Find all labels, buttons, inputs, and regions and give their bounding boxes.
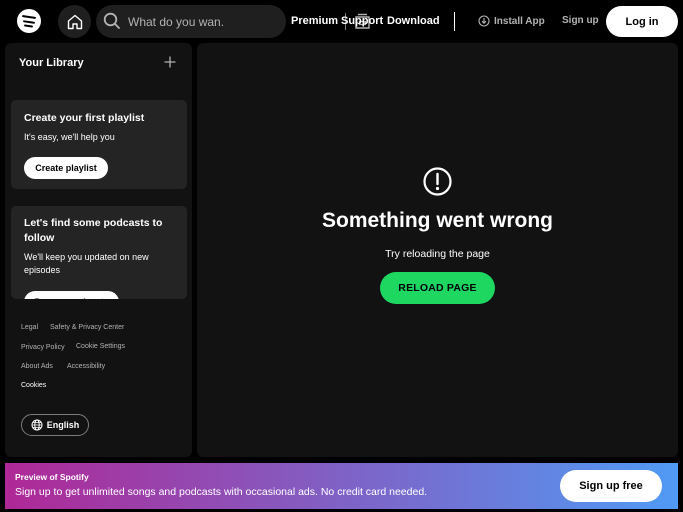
nav-support-link[interactable]: Support [341,15,383,27]
create-playlist-button[interactable]: Create playlist [24,157,108,179]
preview-signup-banner[interactable]: Preview of Spotify Sign up to get unlimi… [5,463,678,509]
nav-premium-link[interactable]: Premium [291,15,338,27]
library-title[interactable]: Your Library [19,57,84,69]
search-bar [96,5,370,38]
footer-link-safety[interactable]: Safety & Privacy Center [50,324,124,331]
reload-page-button[interactable]: RELOAD PAGE [380,272,495,304]
nav-divider [454,12,455,31]
footer-link-cookie-settings[interactable]: Cookie Settings [76,343,125,350]
install-app-label: Install App [494,15,545,27]
language-button[interactable]: English [21,414,89,436]
footer-link-about-ads[interactable]: About Ads [21,363,53,370]
home-icon [67,14,82,29]
download-circle-icon [478,15,490,27]
login-button[interactable]: Log in [606,6,678,37]
card-subtitle: We'll keep you updated on new episodes [24,252,149,275]
home-button[interactable] [58,5,91,38]
error-exclamation-icon [423,167,452,196]
language-label: English [46,420,80,430]
footer-link-legal[interactable]: Legal [21,324,38,331]
error-title: Something went wrong [322,209,553,232]
podcasts-card: Let's find some podcasts to follow We'll… [11,206,187,299]
footer-link-accessibility[interactable]: Accessibility [67,363,105,370]
top-bar: Premium Support Download Install App Sig… [0,0,683,42]
error-subtitle: Try reloading the page [385,248,490,260]
banner-title: Preview of Spotify [15,472,89,482]
nav-download-link[interactable]: Download [387,15,440,27]
footer-link-privacy[interactable]: Privacy Policy [21,344,65,351]
browse-podcasts-button[interactable]: Browse podcasts [24,291,119,299]
signup-free-button[interactable]: Sign up free [560,470,662,502]
signup-link[interactable]: Sign up [562,15,599,26]
card-title: Let's find some podcasts to follow [24,217,163,244]
banner-text: Sign up to get unlimited songs and podca… [15,486,428,498]
footer-link-cookies[interactable]: Cookies [21,382,46,389]
plus-icon[interactable] [163,55,177,69]
card-subtitle: It's easy, we'll help you [24,132,115,142]
create-playlist-card: Create your first playlist It's easy, we… [11,100,187,189]
install-app-link[interactable]: Install App [478,15,545,27]
globe-icon [31,419,43,431]
search-input[interactable] [128,11,224,32]
search-icon[interactable] [103,12,121,30]
card-title: Create your first playlist [24,112,145,124]
spotify-logo-icon[interactable] [17,9,41,33]
library-sidebar: Your Library Create your first playlist … [5,43,192,457]
main-content: Something went wrong Try reloading the p… [197,43,678,457]
